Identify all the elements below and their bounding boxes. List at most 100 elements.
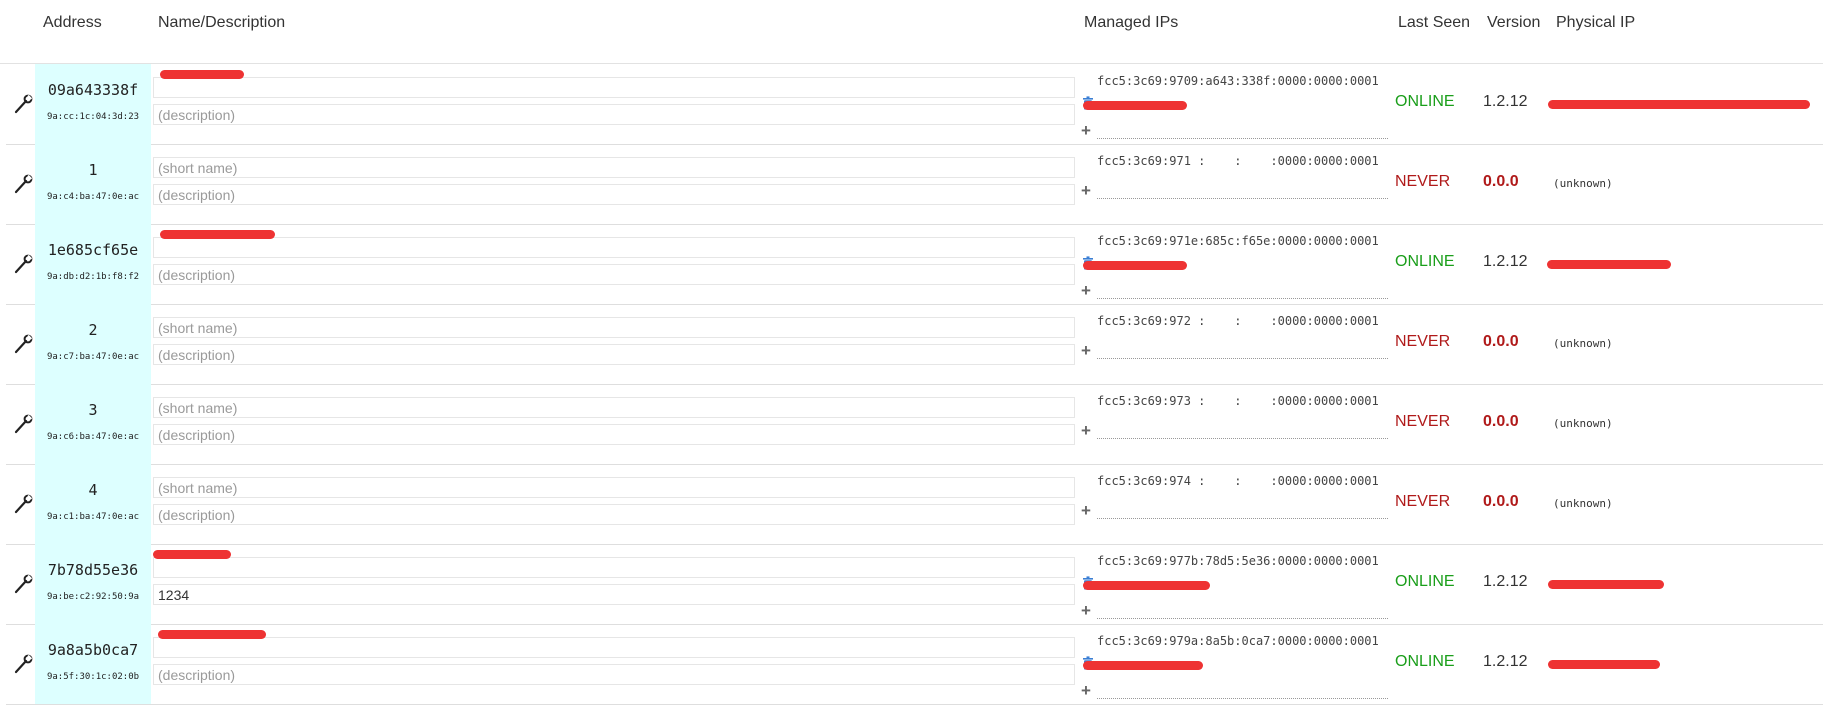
redaction-mark	[158, 630, 266, 639]
status-badge: NEVER	[1395, 493, 1451, 510]
status-badge: ONLINE	[1395, 573, 1455, 590]
wrench-icon[interactable]	[12, 333, 34, 355]
managed-ip: fcc5:3c69:973 : : :0000:0000:0001	[1097, 394, 1379, 408]
description-input[interactable]: (description)	[153, 104, 1075, 125]
physical-ip: (unknown)	[1553, 177, 1613, 190]
table-row: 2 9a:c7:ba:47:0e:ac (short name) (descripti…	[6, 304, 1823, 385]
description-input[interactable]: (description)	[153, 504, 1075, 525]
physical-ip: (unknown)	[1553, 497, 1613, 510]
redaction-mark	[1083, 101, 1187, 110]
short-name-input[interactable]: (short name)	[153, 157, 1075, 178]
redaction-mark	[160, 230, 275, 239]
description-input[interactable]: (description)	[153, 424, 1075, 445]
table-row: 4 9a:c1:ba:47:0e:ac (short name) (descripti…	[6, 464, 1823, 545]
redaction-mark	[153, 550, 231, 559]
version-label: 0.0.0	[1483, 493, 1519, 510]
add-ip-icon[interactable]: +	[1081, 282, 1091, 299]
status-badge: NEVER	[1395, 413, 1451, 430]
managed-ip: fcc5:3c69:974 : : :0000:0000:0001	[1097, 474, 1379, 488]
wrench-icon[interactable]	[12, 493, 34, 515]
wrench-icon[interactable]	[12, 93, 34, 115]
managed-ip: fcc5:3c69:971 : : :0000:0000:0001	[1097, 154, 1379, 168]
status-badge: ONLINE	[1395, 653, 1455, 670]
new-ip-input[interactable]	[1097, 420, 1388, 439]
header-name-description: Name/Description	[158, 14, 286, 31]
node-id: 3	[88, 401, 98, 419]
description-input[interactable]: (description)	[153, 664, 1075, 685]
new-ip-input[interactable]	[1097, 340, 1388, 359]
add-ip-icon[interactable]: +	[1081, 422, 1091, 439]
add-ip-icon[interactable]: +	[1081, 502, 1091, 519]
short-name-input[interactable]	[153, 557, 1075, 578]
short-name-input[interactable]	[153, 637, 1075, 658]
mac-address: 9a:be:c2:92:50:9a	[46, 592, 140, 602]
wrench-icon[interactable]	[12, 573, 34, 595]
new-ip-input[interactable]	[1097, 280, 1388, 299]
address-cell: 4 9a:c1:ba:47:0e:ac	[35, 464, 151, 544]
redaction-mark	[160, 70, 244, 79]
redaction-mark	[1547, 260, 1671, 269]
version-label: 0.0.0	[1483, 413, 1519, 430]
version-label: 1.2.12	[1483, 253, 1528, 270]
node-id: 7b78d55e36	[47, 561, 139, 579]
add-ip-icon[interactable]: +	[1081, 602, 1091, 619]
address-cell: 3 9a:c6:ba:47:0e:ac	[35, 384, 151, 464]
mac-address: 9a:c7:ba:47:0e:ac	[46, 352, 140, 362]
node-id: 09a643338f	[47, 81, 139, 99]
mac-address: 9a:c1:ba:47:0e:ac	[46, 512, 140, 522]
status-badge: ONLINE	[1395, 253, 1455, 270]
short-name-input[interactable]: (short name)	[153, 477, 1075, 498]
short-name-input[interactable]	[153, 237, 1075, 258]
managed-ip: fcc5:3c69:971e:685c:f65e:0000:0000:0001	[1097, 234, 1379, 248]
description-input[interactable]: (description)	[153, 344, 1075, 365]
redaction-mark	[1083, 661, 1203, 670]
address-cell: 7b78d55e36 9a:be:c2:92:50:9a	[35, 544, 151, 624]
short-name-input[interactable]: (short name)	[153, 397, 1075, 418]
redaction-mark	[1083, 261, 1187, 270]
description-input[interactable]: 1234	[153, 584, 1075, 605]
version-label: 0.0.0	[1483, 333, 1519, 350]
node-id: 1	[88, 161, 98, 179]
version-label: 0.0.0	[1483, 173, 1519, 190]
new-ip-input[interactable]	[1097, 600, 1388, 619]
new-ip-input[interactable]	[1097, 120, 1388, 139]
header-last-seen: Last Seen	[1398, 14, 1471, 31]
redaction-mark	[1548, 580, 1664, 589]
add-ip-icon[interactable]: +	[1081, 682, 1091, 699]
wrench-icon[interactable]	[12, 173, 34, 195]
managed-ip: fcc5:3c69:979a:8a5b:0ca7:0000:0000:0001	[1097, 634, 1379, 648]
short-name-input[interactable]	[153, 77, 1075, 98]
physical-ip: (unknown)	[1553, 337, 1613, 350]
node-id: 9a8a5b0ca7	[47, 641, 139, 659]
version-label: 1.2.12	[1483, 653, 1528, 670]
wrench-icon[interactable]	[12, 653, 34, 675]
address-cell: 1 9a:c4:ba:47:0e:ac	[35, 144, 151, 224]
add-ip-icon[interactable]: +	[1081, 182, 1091, 199]
address-cell: 2 9a:c7:ba:47:0e:ac	[35, 304, 151, 384]
node-id: 1e685cf65e	[47, 241, 139, 259]
redaction-mark	[1548, 660, 1660, 669]
node-id: 2	[88, 321, 98, 339]
table-row: 7b78d55e36 9a:be:c2:92:50:9a 1234 fcc5:3c69…	[6, 544, 1823, 625]
new-ip-input[interactable]	[1097, 680, 1388, 699]
wrench-icon[interactable]	[12, 413, 34, 435]
description-input[interactable]: (description)	[153, 264, 1075, 285]
address-cell: 1e685cf65e 9a:db:d2:1b:f8:f2	[35, 224, 151, 304]
short-name-input[interactable]: (short name)	[153, 317, 1075, 338]
new-ip-input[interactable]	[1097, 500, 1388, 519]
table-row: 9a8a5b0ca7 9a:5f:30:1c:02:0b (description)…	[6, 624, 1823, 705]
header-version: Version	[1487, 14, 1541, 31]
new-ip-input[interactable]	[1097, 180, 1388, 199]
header-address: Address	[43, 14, 102, 31]
managed-ip: fcc5:3c69:972 : : :0000:0000:0001	[1097, 314, 1379, 328]
add-ip-icon[interactable]: +	[1081, 122, 1091, 139]
mac-address: 9a:cc:1c:04:3d:23	[46, 112, 140, 122]
wrench-icon[interactable]	[12, 253, 34, 275]
address-cell: 09a643338f 9a:cc:1c:04:3d:23	[35, 64, 151, 144]
table-row: 1 9a:c4:ba:47:0e:ac (short name) (descripti…	[6, 144, 1823, 225]
table-row: 1e685cf65e 9a:db:d2:1b:f8:f2 (description)…	[6, 224, 1823, 305]
version-label: 1.2.12	[1483, 93, 1528, 110]
managed-ip: fcc5:3c69:977b:78d5:5e36:0000:0000:0001	[1097, 554, 1379, 568]
add-ip-icon[interactable]: +	[1081, 342, 1091, 359]
description-input[interactable]: (description)	[153, 184, 1075, 205]
